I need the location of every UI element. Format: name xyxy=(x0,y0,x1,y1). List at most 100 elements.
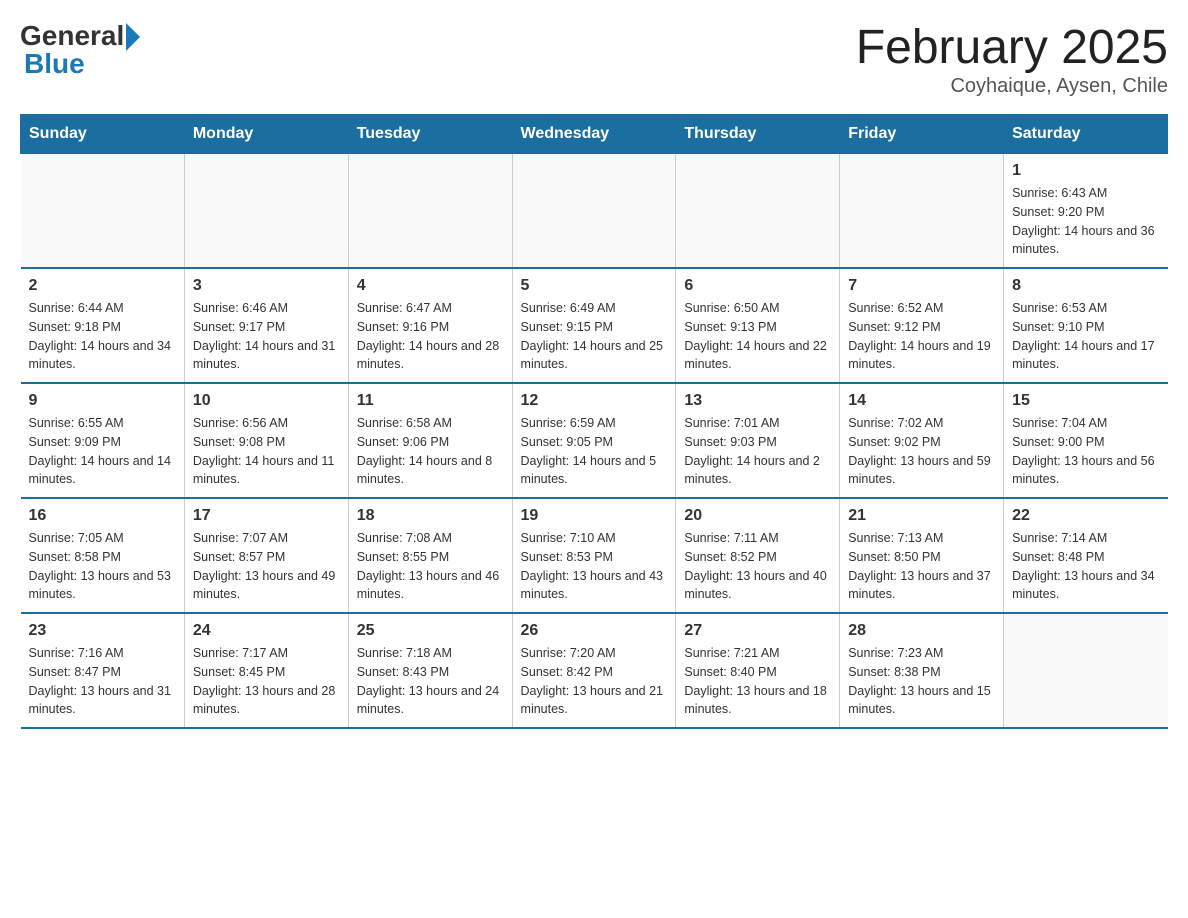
calendar-cell: 26 Sunrise: 7:20 AMSunset: 8:42 PMDayligh… xyxy=(512,613,676,728)
calendar-cell: 2 Sunrise: 6:44 AMSunset: 9:18 PMDaylight… xyxy=(21,268,185,383)
calendar-week-row: 1Sunrise: 6:43 AMSunset: 9:20 PMDaylight… xyxy=(21,154,1168,269)
day-number: 25 xyxy=(357,622,504,640)
calendar-cell: 23 Sunrise: 7:16 AMSunset: 8:47 PMDayligh… xyxy=(21,613,185,728)
day-number: 18 xyxy=(357,507,504,525)
calendar-week-row: 2 Sunrise: 6:44 AMSunset: 9:18 PMDaylight… xyxy=(21,268,1168,383)
day-info: Sunrise: 7:23 AMSunset: 8:38 PMDaylight:… xyxy=(848,644,995,719)
day-number: 3 xyxy=(193,277,340,295)
day-info: Sunrise: 6:52 AMSunset: 9:12 PMDaylight:… xyxy=(848,299,995,374)
weekday-header-row: SundayMondayTuesdayWednesdayThursdayFrid… xyxy=(21,115,1168,154)
day-number: 12 xyxy=(521,392,668,410)
day-number: 24 xyxy=(193,622,340,640)
day-info: Sunrise: 6:53 AMSunset: 9:10 PMDaylight:… xyxy=(1012,299,1159,374)
page-header: General Blue February 2025 Coyhaique, Ay… xyxy=(20,20,1168,98)
day-number: 28 xyxy=(848,622,995,640)
calendar-cell xyxy=(348,154,512,269)
day-number: 26 xyxy=(521,622,668,640)
day-info: Sunrise: 6:43 AMSunset: 9:20 PMDaylight:… xyxy=(1012,184,1159,259)
calendar-cell xyxy=(512,154,676,269)
calendar-cell: 13 Sunrise: 7:01 AMSunset: 9:03 PMDayligh… xyxy=(676,383,840,498)
day-info: Sunrise: 7:02 AMSunset: 9:02 PMDaylight:… xyxy=(848,414,995,489)
logo-arrow-icon xyxy=(126,23,140,51)
calendar-cell: 19Sunrise: 7:10 AMSunset: 8:53 PMDayligh… xyxy=(512,498,676,613)
calendar-cell: 7Sunrise: 6:52 AMSunset: 9:12 PMDaylight… xyxy=(840,268,1004,383)
calendar-cell: 1Sunrise: 6:43 AMSunset: 9:20 PMDaylight… xyxy=(1004,154,1168,269)
day-number: 16 xyxy=(29,507,176,525)
calendar-cell: 27 Sunrise: 7:21 AMSunset: 8:40 PMDayligh… xyxy=(676,613,840,728)
day-number: 11 xyxy=(357,392,504,410)
logo-blue-text: Blue xyxy=(20,48,85,80)
day-info: Sunrise: 7:01 AMSunset: 9:03 PMDaylight:… xyxy=(684,414,831,489)
day-info: Sunrise: 6:58 AMSunset: 9:06 PMDaylight:… xyxy=(357,414,504,489)
day-number: 13 xyxy=(684,392,831,410)
weekday-header-friday: Friday xyxy=(840,115,1004,154)
calendar-cell: 10 Sunrise: 6:56 AMSunset: 9:08 PMDayligh… xyxy=(184,383,348,498)
day-number: 4 xyxy=(357,277,504,295)
calendar-cell xyxy=(21,154,185,269)
calendar-cell: 25 Sunrise: 7:18 AMSunset: 8:43 PMDayligh… xyxy=(348,613,512,728)
day-number: 10 xyxy=(193,392,340,410)
day-number: 23 xyxy=(29,622,176,640)
calendar-cell: 9 Sunrise: 6:55 AMSunset: 9:09 PMDaylight… xyxy=(21,383,185,498)
day-info: Sunrise: 7:10 AMSunset: 8:53 PMDaylight:… xyxy=(521,529,668,604)
calendar-cell: 18 Sunrise: 7:08 AMSunset: 8:55 PMDayligh… xyxy=(348,498,512,613)
day-info: Sunrise: 6:49 AMSunset: 9:15 PMDaylight:… xyxy=(521,299,668,374)
calendar-week-row: 16 Sunrise: 7:05 AMSunset: 8:58 PMDayligh… xyxy=(21,498,1168,613)
month-title: February 2025 xyxy=(856,20,1168,75)
day-number: 9 xyxy=(29,392,176,410)
day-info: Sunrise: 7:13 AMSunset: 8:50 PMDaylight:… xyxy=(848,529,995,604)
day-info: Sunrise: 6:50 AMSunset: 9:13 PMDaylight:… xyxy=(684,299,831,374)
day-number: 22 xyxy=(1012,507,1159,525)
calendar-cell: 14 Sunrise: 7:02 AMSunset: 9:02 PMDayligh… xyxy=(840,383,1004,498)
weekday-header-monday: Monday xyxy=(184,115,348,154)
weekday-header-saturday: Saturday xyxy=(1004,115,1168,154)
day-info: Sunrise: 6:56 AMSunset: 9:08 PMDaylight:… xyxy=(193,414,340,489)
day-info: Sunrise: 7:14 AMSunset: 8:48 PMDaylight:… xyxy=(1012,529,1159,604)
calendar-cell: 22 Sunrise: 7:14 AMSunset: 8:48 PMDayligh… xyxy=(1004,498,1168,613)
calendar-cell: 21 Sunrise: 7:13 AMSunset: 8:50 PMDayligh… xyxy=(840,498,1004,613)
calendar-body: 1Sunrise: 6:43 AMSunset: 9:20 PMDaylight… xyxy=(21,154,1168,729)
calendar-cell: 4 Sunrise: 6:47 AMSunset: 9:16 PMDaylight… xyxy=(348,268,512,383)
calendar-cell xyxy=(1004,613,1168,728)
calendar-cell: 12 Sunrise: 6:59 AMSunset: 9:05 PMDayligh… xyxy=(512,383,676,498)
day-number: 6 xyxy=(684,277,831,295)
calendar-cell: 28 Sunrise: 7:23 AMSunset: 8:38 PMDayligh… xyxy=(840,613,1004,728)
day-info: Sunrise: 7:20 AMSunset: 8:42 PMDaylight:… xyxy=(521,644,668,719)
calendar-cell: 17 Sunrise: 7:07 AMSunset: 8:57 PMDayligh… xyxy=(184,498,348,613)
weekday-header-thursday: Thursday xyxy=(676,115,840,154)
day-info: Sunrise: 6:44 AMSunset: 9:18 PMDaylight:… xyxy=(29,299,176,374)
day-info: Sunrise: 7:16 AMSunset: 8:47 PMDaylight:… xyxy=(29,644,176,719)
calendar-header: SundayMondayTuesdayWednesdayThursdayFrid… xyxy=(21,115,1168,154)
calendar-cell: 20Sunrise: 7:11 AMSunset: 8:52 PMDayligh… xyxy=(676,498,840,613)
calendar-cell: 16 Sunrise: 7:05 AMSunset: 8:58 PMDayligh… xyxy=(21,498,185,613)
calendar-cell: 6 Sunrise: 6:50 AMSunset: 9:13 PMDaylight… xyxy=(676,268,840,383)
day-number: 8 xyxy=(1012,277,1159,295)
day-number: 17 xyxy=(193,507,340,525)
calendar-week-row: 23 Sunrise: 7:16 AMSunset: 8:47 PMDayligh… xyxy=(21,613,1168,728)
weekday-header-wednesday: Wednesday xyxy=(512,115,676,154)
day-info: Sunrise: 7:21 AMSunset: 8:40 PMDaylight:… xyxy=(684,644,831,719)
day-number: 20 xyxy=(684,507,831,525)
calendar-cell: 15Sunrise: 7:04 AMSunset: 9:00 PMDayligh… xyxy=(1004,383,1168,498)
day-info: Sunrise: 6:55 AMSunset: 9:09 PMDaylight:… xyxy=(29,414,176,489)
calendar-cell xyxy=(840,154,1004,269)
day-number: 2 xyxy=(29,277,176,295)
day-info: Sunrise: 7:17 AMSunset: 8:45 PMDaylight:… xyxy=(193,644,340,719)
day-number: 21 xyxy=(848,507,995,525)
day-info: Sunrise: 7:08 AMSunset: 8:55 PMDaylight:… xyxy=(357,529,504,604)
day-number: 14 xyxy=(848,392,995,410)
day-info: Sunrise: 7:18 AMSunset: 8:43 PMDaylight:… xyxy=(357,644,504,719)
day-info: Sunrise: 6:59 AMSunset: 9:05 PMDaylight:… xyxy=(521,414,668,489)
calendar-week-row: 9 Sunrise: 6:55 AMSunset: 9:09 PMDaylight… xyxy=(21,383,1168,498)
calendar-cell: 24 Sunrise: 7:17 AMSunset: 8:45 PMDayligh… xyxy=(184,613,348,728)
calendar-cell xyxy=(184,154,348,269)
calendar-cell: 3Sunrise: 6:46 AMSunset: 9:17 PMDaylight… xyxy=(184,268,348,383)
day-info: Sunrise: 7:05 AMSunset: 8:58 PMDaylight:… xyxy=(29,529,176,604)
day-info: Sunrise: 6:47 AMSunset: 9:16 PMDaylight:… xyxy=(357,299,504,374)
day-info: Sunrise: 7:07 AMSunset: 8:57 PMDaylight:… xyxy=(193,529,340,604)
day-number: 27 xyxy=(684,622,831,640)
calendar-cell: 11 Sunrise: 6:58 AMSunset: 9:06 PMDayligh… xyxy=(348,383,512,498)
title-section: February 2025 Coyhaique, Aysen, Chile xyxy=(856,20,1168,98)
day-info: Sunrise: 7:04 AMSunset: 9:00 PMDaylight:… xyxy=(1012,414,1159,489)
calendar-cell xyxy=(676,154,840,269)
